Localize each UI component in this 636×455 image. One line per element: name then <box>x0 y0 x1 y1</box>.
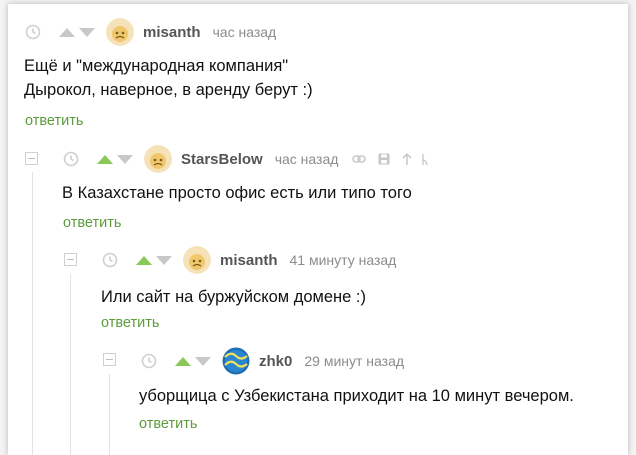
comment-text: В Казахстане просто офис есть или типо т… <box>62 181 412 205</box>
downvote-icon[interactable] <box>117 154 133 164</box>
comment-author[interactable]: StarsBelow <box>181 151 263 168</box>
comment-text: Ещё и "международная компания" Дырокол, … <box>24 54 313 102</box>
downvote-icon[interactable] <box>79 27 95 37</box>
comment-line: Ещё и "международная компания" <box>24 57 289 75</box>
comment-time[interactable]: час назад <box>275 151 339 167</box>
more-icon[interactable] <box>422 153 429 166</box>
upvote-icon[interactable] <box>59 27 75 37</box>
reply-link[interactable]: ответить <box>139 416 197 432</box>
comment-text: Или сайт на буржуйском домене :) <box>101 285 366 309</box>
comment-time[interactable]: 41 минуту назад <box>290 252 397 268</box>
comment-header: StarsBelow час назад <box>63 145 429 173</box>
upvote-icon[interactable] <box>97 154 113 164</box>
reply-link[interactable]: ответить <box>101 315 159 331</box>
comment-time[interactable]: час назад <box>213 24 277 40</box>
comment-header: misanth 41 минуту назад <box>102 246 397 274</box>
comment-line: Или сайт на буржуйском домене :) <box>101 288 366 306</box>
upvote-icon[interactable] <box>136 255 152 265</box>
downvote-icon[interactable] <box>156 255 172 265</box>
reply-link[interactable]: ответить <box>63 215 121 231</box>
comment-line: В Казахстане просто офис есть или типо т… <box>62 184 412 202</box>
thread-line <box>109 374 110 455</box>
save-icon[interactable] <box>378 153 390 165</box>
avatar[interactable] <box>144 145 172 173</box>
comment-text: уборщица с Узбекистана приходит на 10 ми… <box>139 384 574 408</box>
comment-author[interactable]: misanth <box>220 252 278 269</box>
upvote-icon[interactable] <box>175 356 191 366</box>
comment-author[interactable]: zhk0 <box>259 353 292 370</box>
comment-header: misanth час назад <box>25 18 277 46</box>
comment-time[interactable]: 29 минут назад <box>304 353 404 369</box>
clock-icon[interactable] <box>141 353 157 369</box>
avatar[interactable] <box>222 347 250 375</box>
thread-line <box>70 274 71 455</box>
comment-author[interactable]: misanth <box>143 24 201 41</box>
comment-line: Дырокол, наверное, в аренду берут :) <box>24 81 313 99</box>
clock-icon[interactable] <box>102 252 118 268</box>
avatar[interactable] <box>106 18 134 46</box>
link-icon[interactable] <box>352 154 367 164</box>
downvote-icon[interactable] <box>195 356 211 366</box>
comment-header: zhk0 29 минут назад <box>141 347 404 375</box>
collapse-toggle[interactable] <box>64 253 77 266</box>
pin-icon[interactable] <box>402 152 412 166</box>
comment-line: уборщица с Узбекистана приходит на 10 ми… <box>139 387 574 405</box>
clock-icon[interactable] <box>25 24 41 40</box>
comments-panel: misanth час назад Ещё и "международная к… <box>8 4 628 455</box>
clock-icon[interactable] <box>63 151 79 167</box>
collapse-toggle[interactable] <box>25 152 38 165</box>
collapse-toggle[interactable] <box>103 353 116 366</box>
reply-link[interactable]: ответить <box>25 113 83 129</box>
thread-line <box>32 172 33 455</box>
avatar[interactable] <box>183 246 211 274</box>
